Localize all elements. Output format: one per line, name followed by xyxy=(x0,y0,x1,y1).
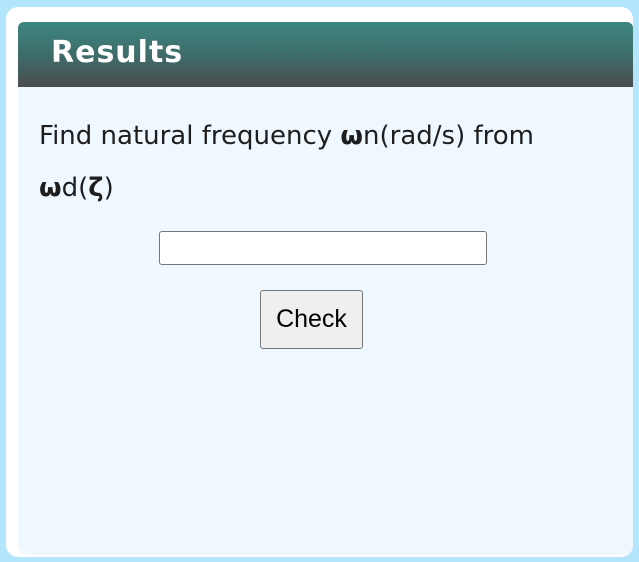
zeta-symbol: ζ xyxy=(88,173,104,203)
panel-header: Results xyxy=(18,22,633,87)
omega-d-symbol: ω xyxy=(39,173,62,203)
results-panel: Results Find natural frequency ωn(rad/s)… xyxy=(18,22,633,555)
answer-input[interactable] xyxy=(159,231,487,265)
results-card: Results Find natural frequency ωn(rad/s)… xyxy=(6,7,633,557)
omega-n-symbol: ω xyxy=(340,121,364,151)
omega-d-mid: d( xyxy=(61,173,89,203)
check-button[interactable]: Check xyxy=(260,290,363,349)
panel-title: Results xyxy=(51,35,184,70)
question-close: ) xyxy=(103,173,114,203)
question-prefix: Find natural frequency xyxy=(39,121,341,151)
omega-n-suffix: n(rad/s) from xyxy=(363,121,534,151)
question-text: Find natural frequency ωn(rad/s) from ωd(… xyxy=(39,110,619,214)
